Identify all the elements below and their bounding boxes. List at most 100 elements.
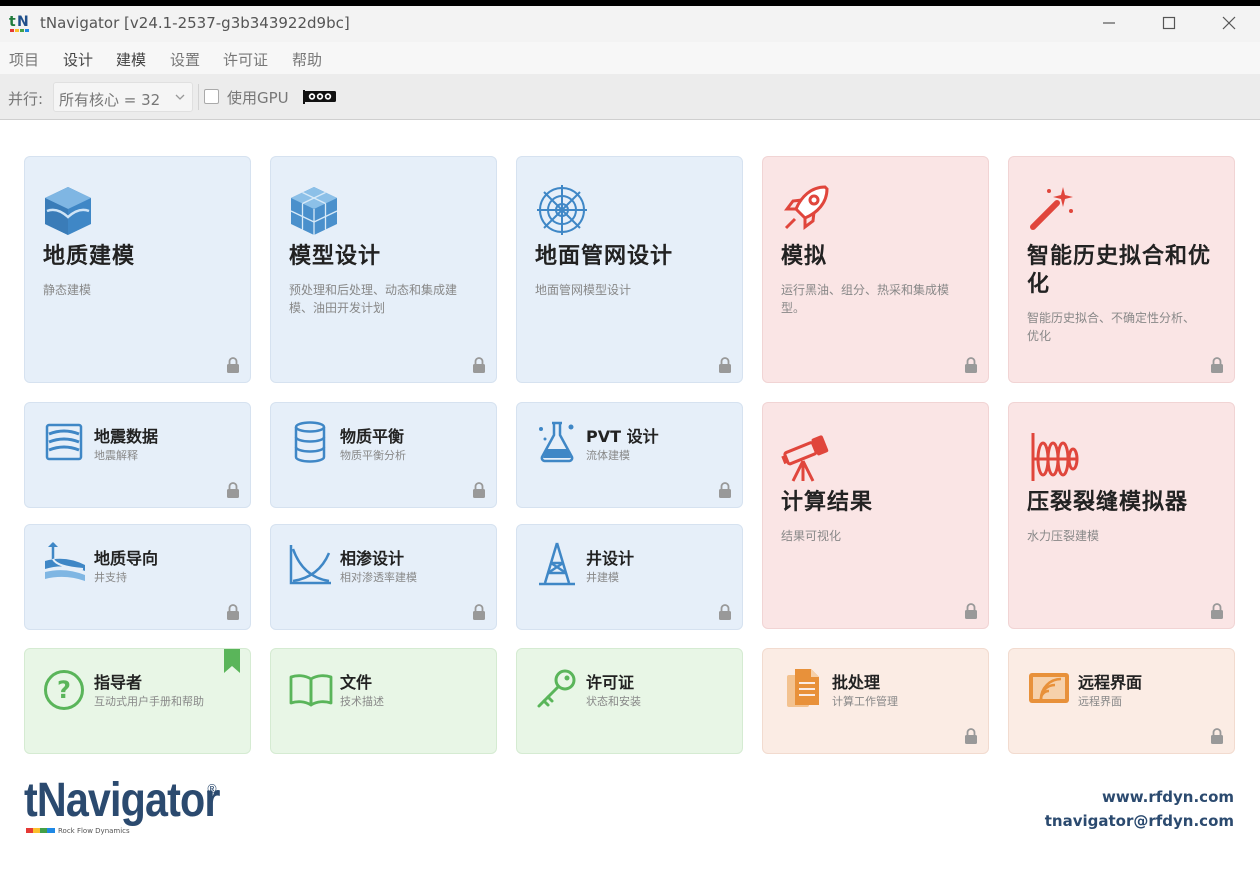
brand-registered-mark: ® [206, 782, 218, 796]
use-gpu-checkbox[interactable] [204, 89, 219, 104]
lock-icon [473, 482, 485, 498]
tile-desc: 地震解释 [94, 449, 138, 462]
lock-icon [1211, 728, 1223, 744]
tile-title: 地质建模 [43, 244, 136, 269]
website-link[interactable]: www.rfdyn.com [1102, 788, 1234, 806]
brand-logo: tNavigator ® Rock Flow Dynamics [24, 774, 251, 836]
cube-layer-icon [45, 187, 91, 235]
tile-license[interactable]: 许可证 状态和安装 [516, 648, 743, 754]
app-window: t N tNavigator [v24.1-2537-g3b343922d9bc… [0, 6, 1260, 876]
help-question-icon: ? [44, 670, 84, 710]
tile-geological-modeling[interactable]: 地质建模 静态建模 [24, 156, 251, 383]
tile-desc: 结果可视化 [781, 529, 842, 543]
lock-icon [473, 604, 485, 620]
minimize-button[interactable] [1080, 6, 1138, 40]
tile-well-design[interactable]: 井设计 井建模 [516, 524, 743, 630]
tile-title: 压裂裂缝模拟器 [1027, 490, 1189, 515]
lock-icon [965, 603, 977, 619]
key-icon [537, 669, 576, 708]
tile-title: 远程界面 [1078, 673, 1143, 692]
flask-icon [539, 421, 574, 463]
tile-guide[interactable]: ? 指导者 互动式用户手册和帮助 [24, 648, 251, 754]
parallel-label: 并行: [8, 90, 44, 108]
tile-desc: 远程界面 [1078, 695, 1122, 708]
lock-icon [473, 357, 485, 373]
tile-history-matching[interactable]: 智能历史拟合和优 化 智能历史拟合、不确定性分析、 优化 [1008, 156, 1235, 383]
tile-network-design[interactable]: 地面管网设计 地面管网模型设计 [516, 156, 743, 383]
tile-desc: 物质平衡分析 [340, 449, 406, 462]
lock-icon [227, 482, 239, 498]
tile-title: 模拟 [781, 244, 828, 269]
lock-icon [1211, 357, 1223, 373]
menu-settings[interactable]: 设置 [170, 49, 200, 70]
tile-relperm-design[interactable]: 相渗设计 相对渗透率建模 [270, 524, 497, 630]
svg-text:N: N [17, 14, 29, 30]
tile-material-balance[interactable]: 物质平衡 物质平衡分析 [270, 402, 497, 508]
maximize-button[interactable] [1140, 6, 1198, 40]
tile-seismic[interactable]: 地震数据 地震解释 [24, 402, 251, 508]
close-button[interactable] [1200, 6, 1258, 40]
menu-license[interactable]: 许可证 [223, 49, 268, 70]
tile-title: 计算结果 [781, 490, 874, 515]
use-gpu-label[interactable]: 使用GPU [227, 87, 289, 108]
tile-desc: 井支持 [94, 571, 127, 584]
svg-text:?: ? [57, 676, 71, 704]
menu-help[interactable]: 帮助 [292, 49, 322, 70]
open-book-icon [289, 674, 333, 707]
tile-title: 模型设计 [289, 244, 382, 269]
chevron-down-icon [175, 94, 185, 100]
magic-wand-icon [1030, 187, 1073, 230]
tile-desc-line2: 型。 [781, 301, 806, 315]
tile-desc: 流体建模 [586, 449, 630, 462]
relperm-curve-icon [289, 545, 331, 585]
toolbar: 并行: 所有核心 = 32 使用GPU [0, 74, 1260, 120]
tile-pvt-design[interactable]: PVT 设计 流体建模 [516, 402, 743, 508]
tile-desc-line1: 预处理和后处理、动态和集成建 [289, 283, 458, 297]
menu-modeling[interactable]: 建模 [116, 49, 146, 70]
seismic-layers-icon [45, 423, 83, 461]
tile-batch-processing[interactable]: 批处理 计算工作管理 [762, 648, 989, 754]
tile-title: 文件 [340, 673, 373, 692]
cube-grid-icon [290, 187, 338, 235]
menu-design[interactable]: 设计 [63, 49, 93, 70]
cores-value: 所有核心 = 32 [59, 91, 161, 109]
rocket-icon [784, 185, 829, 230]
lock-icon [1211, 603, 1223, 619]
tile-title: 相渗设计 [340, 549, 405, 568]
lock-icon [227, 604, 239, 620]
database-icon [294, 421, 326, 463]
close-icon [1222, 16, 1236, 30]
lock-icon [719, 357, 731, 373]
derrick-icon [539, 542, 575, 586]
bookmark-icon[interactable] [224, 649, 240, 673]
tile-desc: 技术描述 [340, 695, 384, 708]
lock-icon [965, 728, 977, 744]
tile-title: 物质平衡 [340, 427, 405, 446]
tile-geosteering[interactable]: 地质导向 井支持 [24, 524, 251, 630]
tile-title: 地面管网设计 [535, 244, 674, 269]
brand-color-bar [26, 828, 56, 833]
remote-cast-icon [1029, 673, 1069, 703]
tile-documents[interactable]: 文件 技术描述 [270, 648, 497, 754]
documents-stack-icon [787, 669, 819, 707]
tile-title: 地质导向 [94, 549, 159, 568]
maximize-icon [1162, 16, 1176, 30]
tile-desc: 静态建模 [43, 283, 92, 297]
tile-desc: 互动式用户手册和帮助 [94, 695, 204, 708]
menu-project[interactable]: 项目 [9, 49, 39, 70]
toolbar-divider [198, 84, 199, 110]
brand-name: tNavigator [24, 774, 220, 827]
tile-simulation[interactable]: 模拟 运行黑油、组分、热采和集成模 型。 [762, 156, 989, 383]
tile-title: PVT 设计 [586, 427, 659, 446]
tile-desc-line1: 运行黑油、组分、热采和集成模 [781, 283, 950, 297]
tile-model-design[interactable]: 模型设计 预处理和后处理、动态和集成建 模、油田开发计划 [270, 156, 497, 383]
tile-title: 地震数据 [94, 427, 159, 446]
menu-bar: 项目 设计 建模 设置 许可证 帮助 [0, 42, 1260, 74]
tile-calculation-results[interactable]: 计算结果 结果可视化 [762, 402, 989, 629]
cores-select[interactable]: 所有核心 = 32 [53, 82, 193, 112]
minimize-icon [1103, 22, 1115, 24]
email-link[interactable]: tnavigator@rfdyn.com [1045, 812, 1234, 830]
tile-desc-line2: 模、油田开发计划 [289, 301, 386, 315]
tile-fracture-simulator[interactable]: 压裂裂缝模拟器 水力压裂建模 [1008, 402, 1235, 629]
tile-remote-interface[interactable]: 远程界面 远程界面 [1008, 648, 1235, 754]
